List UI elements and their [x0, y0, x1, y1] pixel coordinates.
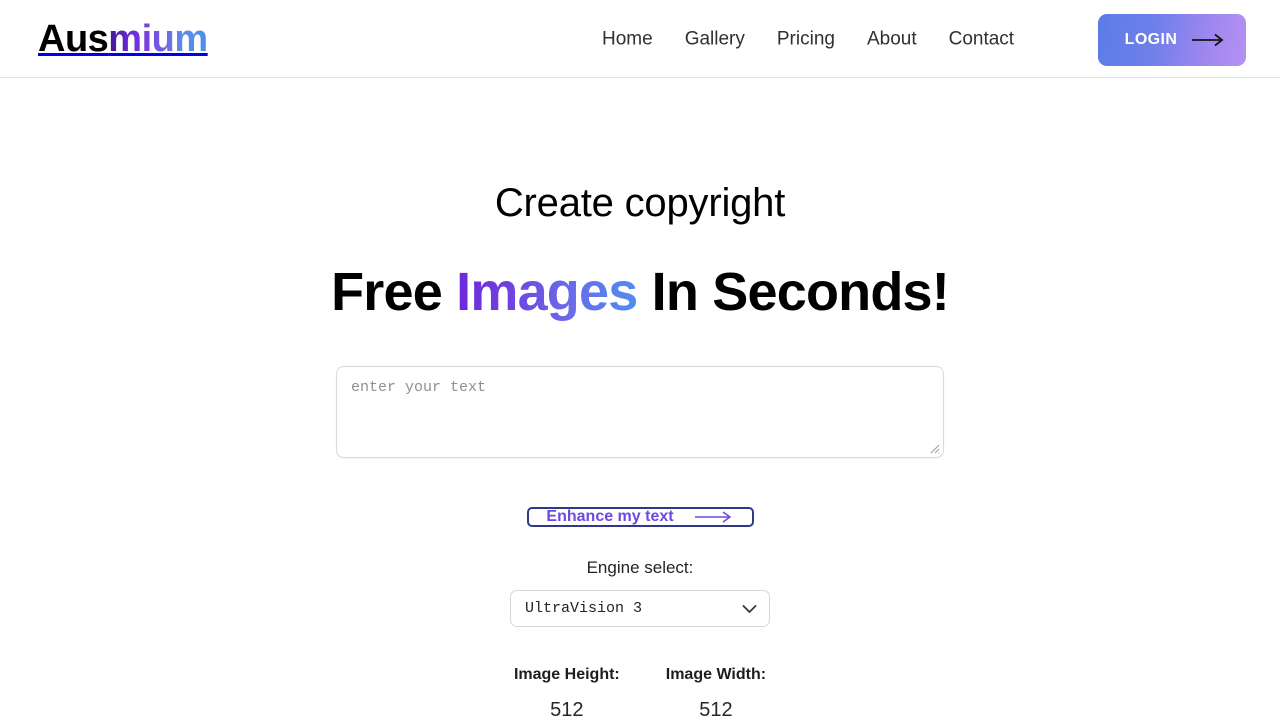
prompt-textarea[interactable] [336, 366, 944, 458]
brand-logo-prefix: Aus [38, 17, 109, 60]
nav-item-contact[interactable]: Contact [949, 29, 1014, 48]
hero-subheadline: Create copyright [494, 181, 786, 225]
hero-headline-before: Free [331, 262, 457, 322]
image-height-value[interactable]: 512 [550, 700, 583, 720]
image-dimensions-row: Image Height: 512 Image Width: 512 [514, 667, 766, 720]
image-width-value[interactable]: 512 [699, 700, 732, 720]
enhance-text-button[interactable]: Enhance my text [526, 507, 754, 527]
prompt-input-wrapper [336, 319, 944, 458]
site-header: Ausmium Home Gallery Pricing About Conta… [0, 0, 1280, 78]
hero-headline-after: In Seconds! [637, 262, 950, 322]
arrow-right-icon [1192, 33, 1224, 47]
login-button-label: LOGIN [1124, 31, 1178, 48]
nav-item-gallery[interactable]: Gallery [685, 29, 745, 48]
arrow-right-icon [694, 511, 731, 523]
main-navigation: Home Gallery Pricing About Contact [602, 29, 1014, 48]
brand-logo-suffix: mium [108, 17, 208, 60]
hero-headline-accent: Images [456, 262, 638, 322]
brand-logo[interactable]: Ausmium [38, 20, 208, 58]
image-height-label: Image Height: [513, 666, 620, 683]
image-width-field: Image Width: 512 [666, 667, 766, 720]
image-width-label: Image Width: [665, 666, 767, 683]
login-button[interactable]: LOGIN [1098, 14, 1246, 66]
hero-headline: Free Images In Seconds! [331, 262, 950, 322]
nav-item-about[interactable]: About [867, 29, 917, 48]
main-content: Create copyright Free Images In Seconds!… [0, 78, 1280, 720]
engine-select[interactable]: UltraVision 3 [510, 590, 770, 627]
enhance-text-button-label: Enhance my text [546, 508, 674, 525]
engine-select-wrapper: UltraVision 3 [510, 590, 770, 627]
engine-select-label: Engine select: [586, 558, 694, 577]
image-height-field: Image Height: 512 [514, 667, 620, 720]
nav-item-pricing[interactable]: Pricing [777, 29, 835, 48]
nav-item-home[interactable]: Home [602, 29, 653, 48]
